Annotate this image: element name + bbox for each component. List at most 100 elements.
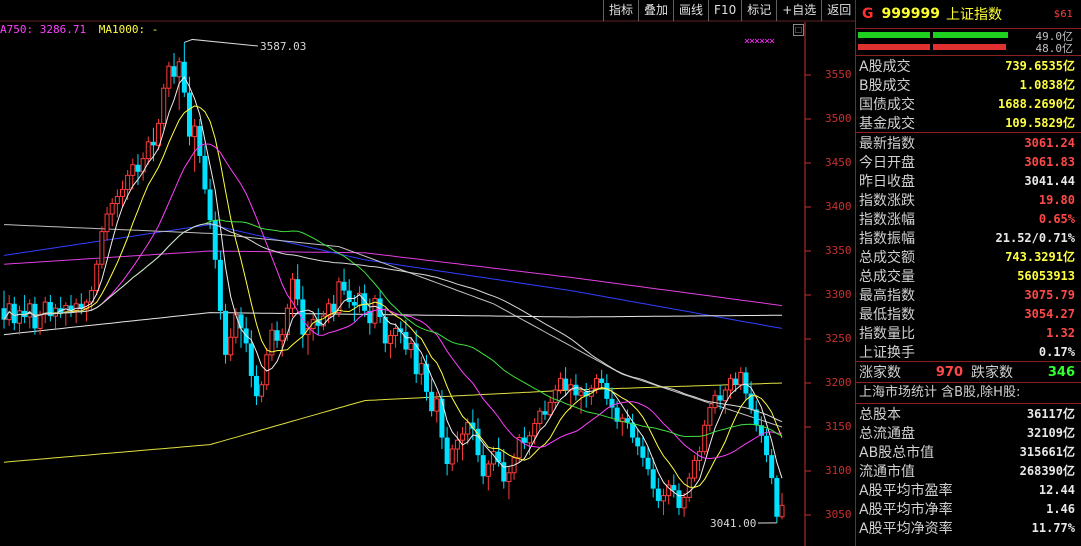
candle-body-down: [604, 383, 610, 399]
stat-row: 上证换手 0.17%: [856, 342, 1081, 361]
market-stat-value: 32109亿: [1026, 426, 1075, 440]
kline-chart-area[interactable]: A750: 3286.71 MA1000: - 3587.03 3041.00 …: [0, 0, 855, 546]
y-tick-label: 3250: [825, 332, 852, 345]
high-price-annotation: 3587.03: [260, 40, 306, 53]
candle-body-down: [351, 302, 357, 306]
candle-body-down: [635, 437, 641, 447]
candle-body-up: [145, 141, 151, 160]
candle-body-up: [130, 164, 136, 176]
candle-body-up: [702, 424, 708, 453]
stat-label: 指数量比: [859, 325, 915, 342]
draw-line-button[interactable]: 画线: [673, 0, 708, 21]
stat-row: 指数涨幅 0.65%: [856, 209, 1081, 228]
turnover-value: 1.0838亿: [1019, 78, 1075, 92]
market-stat-row: A股平均净资率 11.77%: [856, 518, 1081, 537]
y-tick-label: 3300: [825, 288, 852, 301]
ma750-value: A750: 3286.71: [0, 23, 87, 36]
y-tick-label: 3050: [825, 508, 852, 521]
kline-chart[interactable]: [0, 0, 855, 546]
candle-body-up: [557, 378, 563, 391]
stat-label: 今日开盘: [859, 154, 915, 171]
stat-label: 昨日收盘: [859, 173, 915, 190]
turnover-row: 基金成交 109.5829亿: [856, 113, 1081, 132]
candle-body-down: [429, 391, 435, 412]
candle-body-up: [94, 263, 100, 292]
market-stat-value: 315661亿: [1019, 445, 1075, 459]
add-watchlist-button[interactable]: +自选: [776, 0, 821, 21]
candle-body-down: [11, 303, 17, 324]
low-price-annotation: 3041.00: [710, 517, 756, 530]
y-tick-label: 3150: [825, 420, 852, 433]
candle-body-down: [655, 488, 661, 501]
turnover-row: B股成交 1.0838亿: [856, 75, 1081, 94]
market-stats-section: 总股本 36117亿 总流通盘 32109亿 AB股总市值 315661亿 流通市值 2683…: [856, 404, 1081, 537]
candle-body-up: [37, 313, 43, 329]
candle-body-down: [573, 384, 579, 396]
market-stat-row: 流通市值 268390亿: [856, 461, 1081, 480]
f10-button[interactable]: F10: [708, 0, 741, 21]
candle-body-up: [408, 342, 414, 351]
candle-body-down: [676, 490, 682, 508]
market-badge: G: [862, 6, 874, 22]
candle-body-down: [171, 66, 177, 77]
candle-body-down: [217, 259, 223, 311]
candle-body-up: [532, 422, 538, 437]
candle-body-down: [253, 375, 259, 397]
market-stat-row: 总流通盘 32109亿: [856, 423, 1081, 442]
candle-body-down: [671, 485, 677, 491]
market-stat-row: A股平均市净率 1.46: [856, 499, 1081, 518]
candle-body-up: [454, 439, 460, 450]
candle-body-down: [439, 398, 445, 438]
candle-body-down: [207, 189, 213, 221]
candle-body-down: [542, 411, 548, 415]
stat-value: 1.32: [1046, 325, 1075, 340]
candle-body-down: [733, 378, 739, 385]
candle-body-down: [382, 317, 388, 344]
stat-row: 最低指数 3054.27: [856, 304, 1081, 323]
stat-row: 总成交额 743.3291亿: [856, 247, 1081, 266]
stat-label: 总成交额: [859, 249, 915, 266]
candle-body-up: [506, 472, 512, 483]
candle-body-up: [552, 389, 558, 403]
candle-body-down: [645, 457, 651, 470]
back-button[interactable]: 返回: [821, 0, 856, 21]
candle-body-up: [738, 371, 744, 386]
candle-body-up: [712, 394, 718, 409]
stat-value: 743.3291亿: [1005, 250, 1075, 264]
stat-value: 19.80: [1038, 192, 1075, 207]
expand-icon[interactable]: □: [793, 24, 804, 36]
index-code: 999999: [881, 6, 940, 22]
stat-value: 3061.83: [1024, 154, 1075, 169]
candle-body-down: [480, 455, 486, 477]
mark-button[interactable]: 标记: [741, 0, 776, 21]
stat-row: 指数振幅 21.52/0.71%: [856, 228, 1081, 247]
candle-body-up: [449, 448, 455, 465]
stat-label: 指数涨幅: [859, 211, 915, 228]
candle-body-up: [727, 378, 733, 391]
stat-row: 今日开盘 3061.83: [856, 152, 1081, 171]
candle-body-down: [238, 314, 244, 329]
ma-legend: A750: 3286.71 MA1000: -: [0, 23, 164, 36]
quote-panel: G 999999 上证指数 $61 49.0亿 48.0亿 A股成交 739.65…: [855, 0, 1081, 546]
market-stat-label: AB股总市值: [859, 444, 935, 461]
low-price-text: 3041.00: [710, 517, 757, 530]
market-stat-row: A股平均市盈率 12.44: [856, 480, 1081, 499]
candle-body-down: [743, 372, 749, 394]
turnover-section: A股成交 739.6535亿 B股成交 1.0838亿 国债成交 1688.2690亿 基金…: [856, 56, 1081, 132]
overlay-button[interactable]: 叠加: [638, 0, 673, 21]
high-pointer: [184, 38, 259, 47]
candle-body-up: [125, 174, 131, 190]
candle-body-down: [248, 343, 254, 376]
y-tick-label: 3500: [825, 112, 852, 125]
y-tick-label: 3200: [825, 376, 852, 389]
candle-body-down: [769, 455, 775, 479]
indicator-button[interactable]: 指标: [603, 0, 638, 21]
turnover-value: 109.5829亿: [1005, 116, 1075, 130]
y-tick-label: 3450: [825, 156, 852, 169]
stat-value: 3041.44: [1024, 173, 1075, 188]
stat-row: 指数量比 1.32: [856, 323, 1081, 342]
y-tick-label: 3400: [825, 200, 852, 213]
ma1000-value: MA1000: -: [98, 23, 159, 36]
y-tick-label: 3100: [825, 464, 852, 477]
stat-row: 指数涨跌 19.80: [856, 190, 1081, 209]
